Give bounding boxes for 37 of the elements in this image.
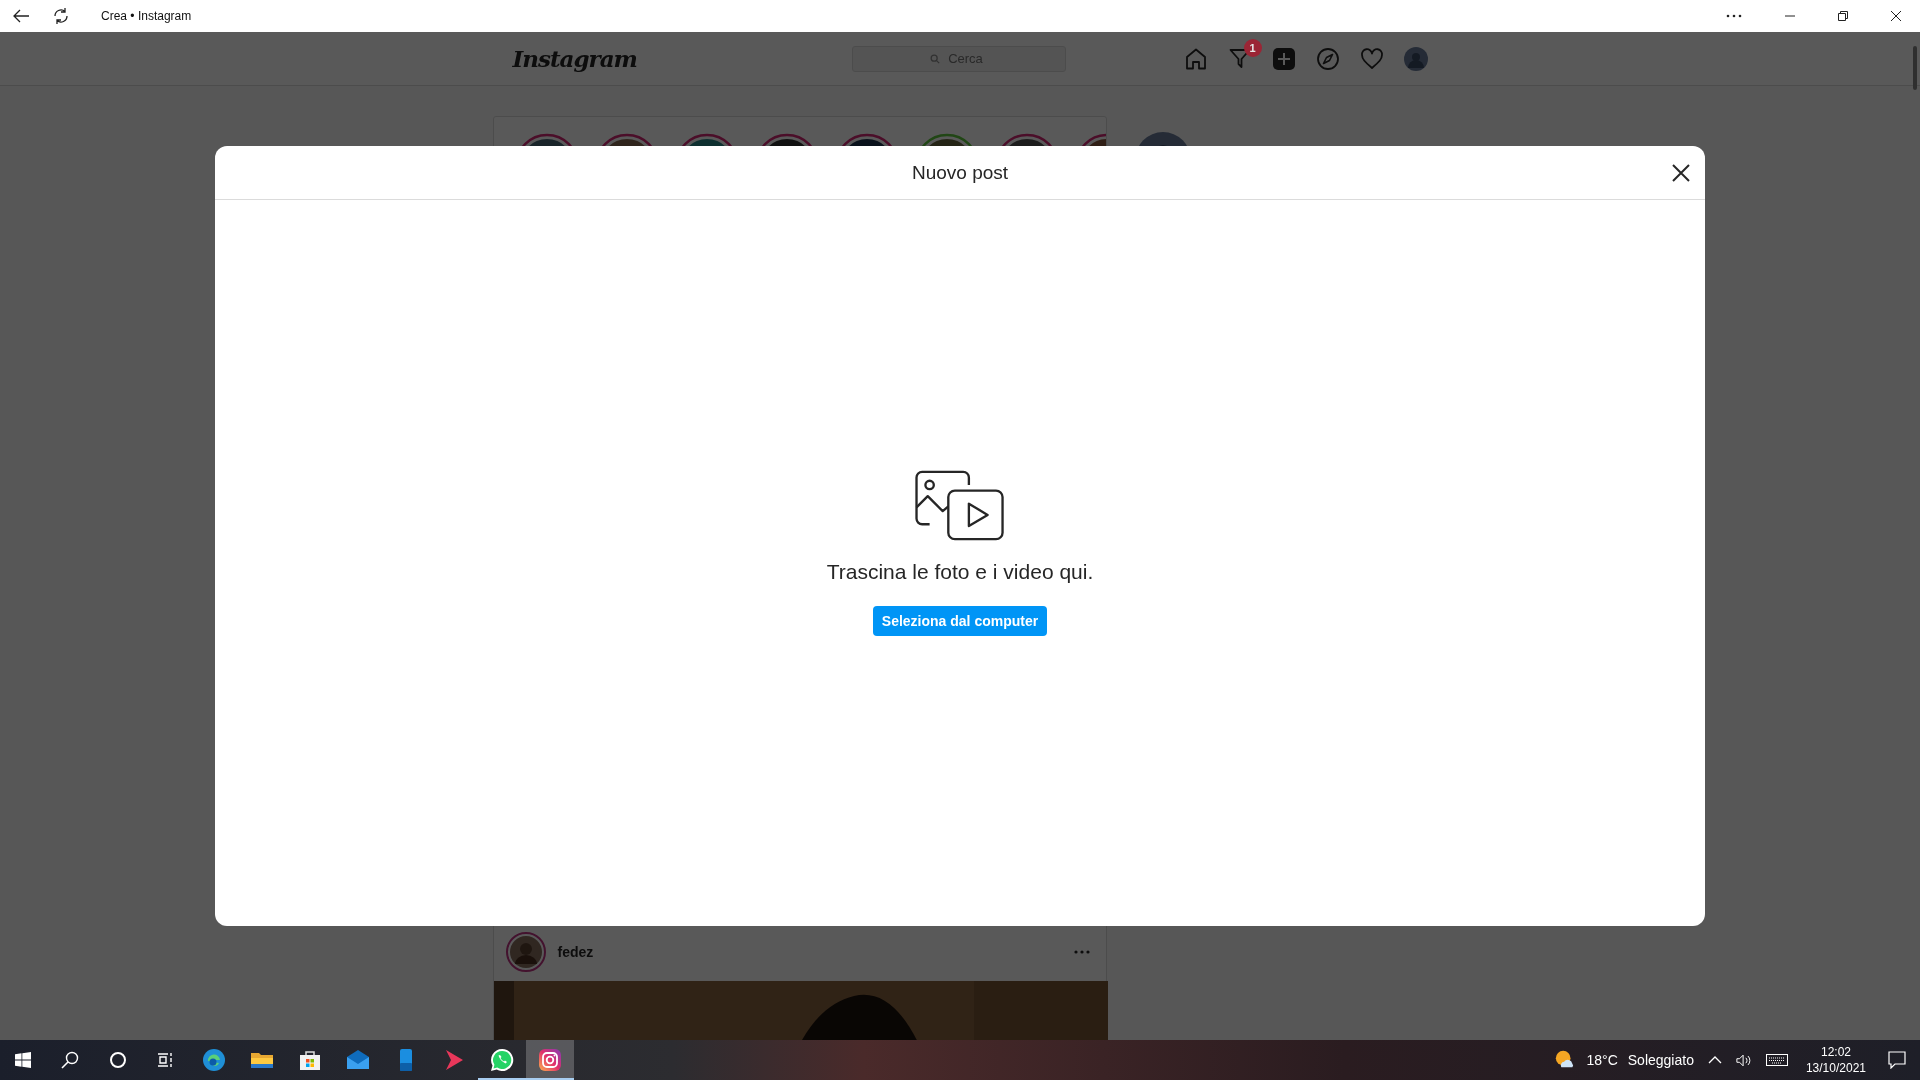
refresh-icon[interactable] xyxy=(51,6,71,26)
keyboard-icon[interactable] xyxy=(1765,1054,1788,1066)
notification-icon[interactable] xyxy=(1888,1051,1906,1069)
drop-hint: Trascina le foto e i video qui. xyxy=(826,560,1094,584)
photo-video-icon xyxy=(914,470,1006,542)
clock[interactable]: 12:02 13/10/2021 xyxy=(1805,1044,1866,1076)
heart-icon[interactable] xyxy=(1359,46,1384,71)
shopping-bag-icon xyxy=(298,1048,322,1072)
date: 13/10/2021 xyxy=(1805,1060,1866,1076)
task-view-icon[interactable] xyxy=(157,1051,175,1069)
mail-icon xyxy=(346,1048,370,1072)
speaker-icon[interactable] xyxy=(1735,1053,1752,1067)
user-avatar[interactable] xyxy=(505,932,546,972)
taskbar-app[interactable] xyxy=(526,1040,574,1080)
window-title: Crea • Instagram xyxy=(101,9,192,23)
home-icon[interactable] xyxy=(1183,46,1208,71)
scrollbar[interactable] xyxy=(1913,46,1917,90)
close-icon[interactable] xyxy=(1671,163,1691,183)
whatsapp-icon xyxy=(490,1048,514,1072)
chevron-up-icon[interactable] xyxy=(1707,1056,1722,1064)
close-icon[interactable] xyxy=(1891,11,1901,21)
compass-icon[interactable] xyxy=(1315,46,1340,71)
avatar[interactable] xyxy=(1403,46,1428,71)
notification-badge: 1 xyxy=(1243,38,1262,57)
temperature[interactable]: 18°C xyxy=(1586,1052,1618,1068)
new-post-icon[interactable] xyxy=(1271,46,1296,71)
camera-icon xyxy=(538,1048,562,1072)
more-icon[interactable] xyxy=(1726,14,1742,18)
dialog-title: Nuovo post xyxy=(911,161,1009,184)
time: 12:02 xyxy=(1820,1044,1851,1060)
cortana-icon[interactable] xyxy=(109,1051,127,1069)
edge-icon xyxy=(202,1048,226,1072)
search-icon[interactable] xyxy=(61,1051,79,1069)
weather-condition[interactable]: Soleggiato xyxy=(1627,1052,1694,1068)
start-icon[interactable] xyxy=(15,1052,31,1068)
search-icon xyxy=(929,53,940,64)
restore-icon[interactable] xyxy=(1838,11,1848,21)
